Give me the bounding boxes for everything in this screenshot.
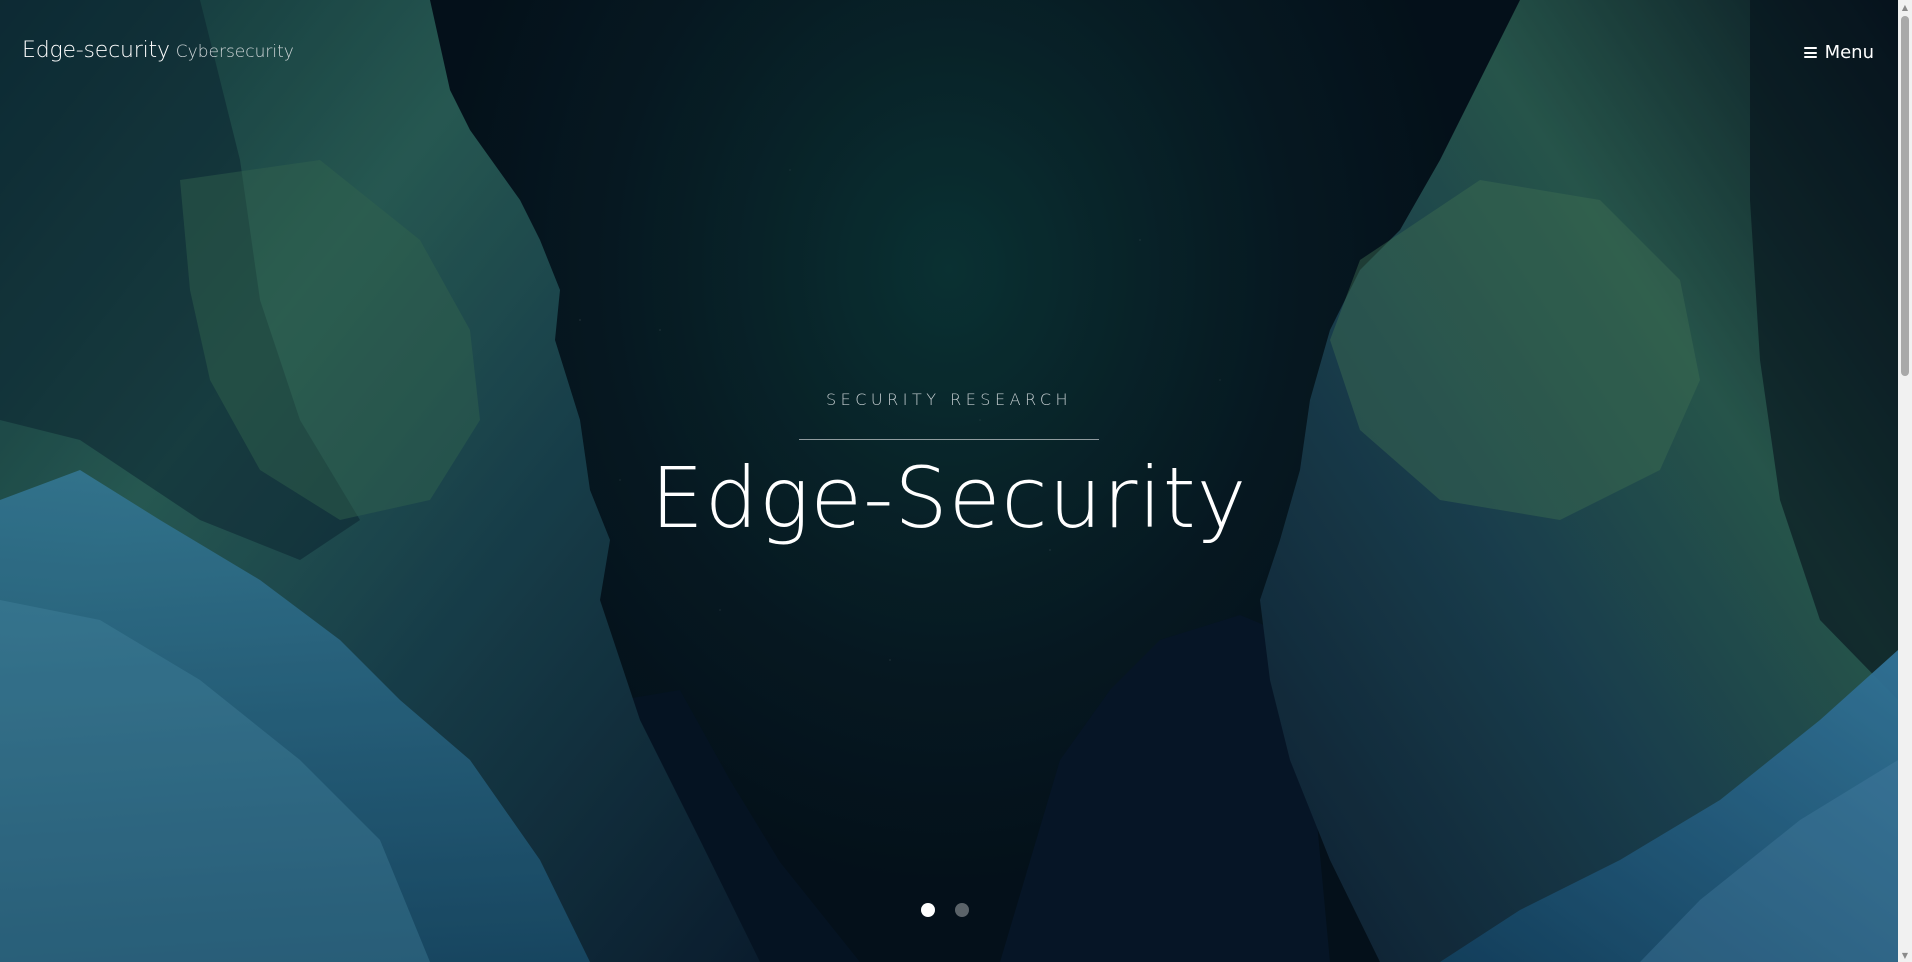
page-scrollbar[interactable]: ▲ ▼	[1898, 0, 1912, 962]
slider-dot-1[interactable]	[921, 903, 935, 917]
menu-label: Menu	[1824, 42, 1874, 63]
hero-title: Edge-Security	[650, 449, 1248, 547]
hero-divider	[799, 439, 1099, 440]
scroll-up-arrow-icon[interactable]: ▲	[1898, 0, 1912, 14]
brand-name[interactable]: Edge-security	[22, 38, 170, 63]
scrollbar-thumb[interactable]	[1901, 16, 1909, 376]
hamburger-icon	[1803, 47, 1817, 58]
slider-pagination	[921, 903, 969, 917]
hero-section: SECURITY RESEARCH Edge-Security	[0, 390, 1898, 544]
brand-logo[interactable]: Edge-security Cybersecurity	[22, 38, 294, 63]
hero-viewport: Edge-security Cybersecurity Menu SECURIT…	[0, 0, 1898, 962]
menu-button[interactable]: Menu	[1803, 42, 1874, 63]
scroll-down-arrow-icon[interactable]: ▼	[1898, 948, 1912, 962]
hero-kicker: SECURITY RESEARCH	[825, 390, 1073, 409]
brand-tagline: Cybersecurity	[175, 42, 294, 62]
slider-dot-2[interactable]	[955, 903, 969, 917]
